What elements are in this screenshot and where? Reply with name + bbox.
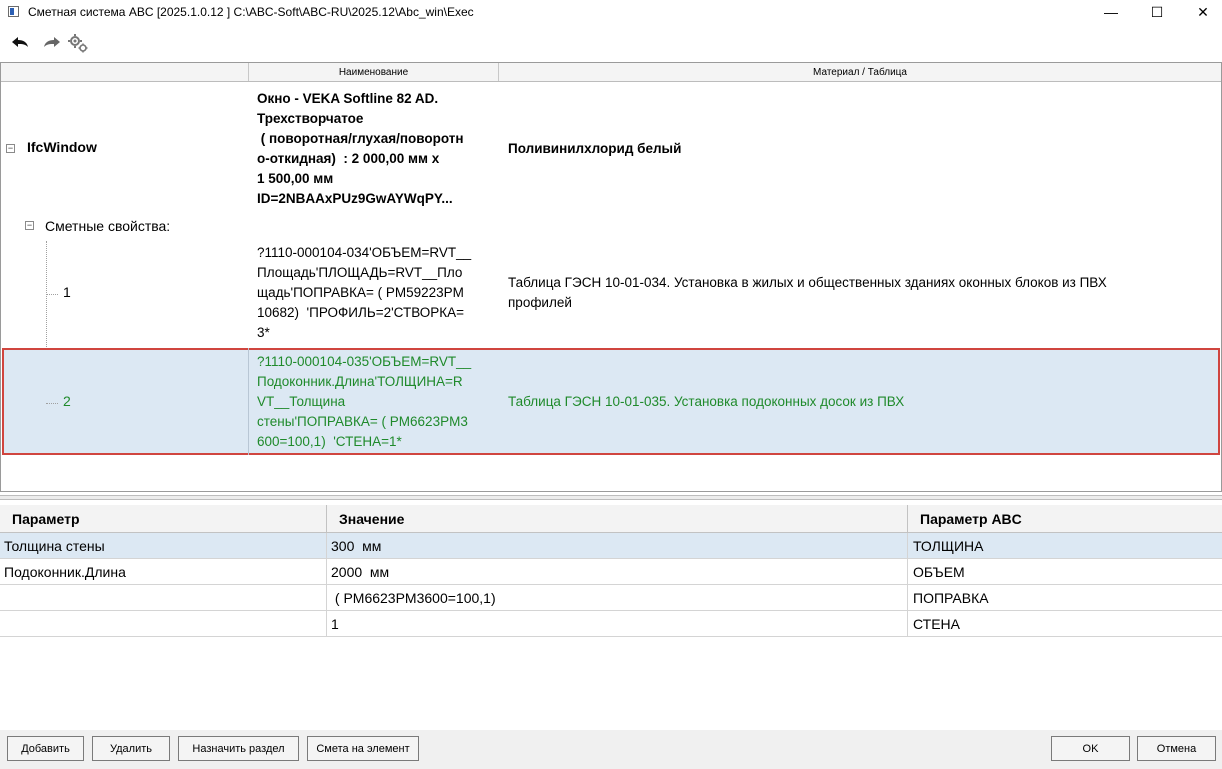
assign-section-button[interactable]: Назначить раздел: [178, 736, 299, 761]
tree-header-node[interactable]: [1, 63, 249, 81]
root-name-line: о-откидная) : 2 000,00 мм x: [257, 151, 440, 166]
root-name-line: Окно - VEKA Softline 82 AD.: [257, 91, 439, 106]
param-cell: Толщина стены: [0, 533, 327, 558]
root-name-line: ID=2NBAAxPUz9GwAYWqPY...: [257, 191, 453, 206]
panel-splitter[interactable]: [0, 495, 1222, 500]
node-label-ifcwindow: IfcWindow: [27, 139, 97, 155]
col-header-value[interactable]: Значение: [327, 505, 908, 532]
value-cell[interactable]: 1: [327, 611, 908, 636]
delete-button[interactable]: Удалить: [92, 736, 170, 761]
item-name-cell: ?1110-000104-034'ОБЪЕМ=RVT__ Площадь'ПЛО…: [257, 243, 503, 343]
col-header-abc[interactable]: Параметр ABC: [908, 505, 1222, 532]
item-name-line: ?1110-000104-034'ОБЪЕМ=RVT__: [257, 245, 472, 260]
item-name-line: 600=100,1) 'СТЕНА=1*: [257, 434, 402, 449]
tree-header-material[interactable]: Материал / Таблица: [499, 63, 1221, 81]
item-name-cell: ?1110-000104-035'ОБЪЕМ=RVT__ Подоконник.…: [257, 352, 503, 452]
item-name-line: 10682) 'ПРОФИЛЬ=2'СТВОРКА=: [257, 305, 465, 320]
param-cell: [0, 585, 327, 610]
abc-cell[interactable]: ОБЪЕМ: [908, 559, 1222, 584]
col-header-param[interactable]: Параметр: [0, 505, 327, 532]
table-row[interactable]: Подоконник.Длина 2000 мм ОБЪЕМ: [0, 559, 1222, 585]
item-name-line: VT__Толщина: [257, 394, 346, 409]
app-icon: [8, 6, 19, 17]
item-name-line: щадь'ПОПРАВКА= ( PM59223PM: [257, 285, 464, 300]
window-title: Сметная система ABC [2025.1.0.12 ] C:\AB…: [28, 5, 474, 19]
redo-icon[interactable]: [40, 31, 64, 55]
tree-header: Наименование Материал / Таблица: [1, 63, 1221, 82]
toolbar: [0, 28, 1222, 60]
collapse-icon[interactable]: −: [6, 144, 15, 153]
tree-row-item[interactable]: 1 ?1110-000104-034'ОБЪЕМ=RVT__ Площадь'П…: [1, 241, 1221, 345]
param-cell: Подоконник.Длина: [0, 559, 327, 584]
root-name-cell: Окно - VEKA Softline 82 AD. Трехстворчат…: [257, 89, 503, 209]
table-row[interactable]: 1 СТЕНА: [0, 611, 1222, 637]
item-name-line: 3*: [257, 325, 270, 340]
param-cell: [0, 611, 327, 636]
tree-row-group[interactable]: − Сметные свойства:: [1, 213, 1221, 239]
item-index: 1: [63, 284, 71, 300]
item-material-line: профилей: [508, 295, 572, 310]
collapse-icon[interactable]: −: [25, 221, 34, 230]
title-bar: Сметная система ABC [2025.1.0.12 ] C:\AB…: [0, 0, 1222, 24]
tree-row-item-selected[interactable]: 2 ?1110-000104-035'ОБЪЕМ=RVT__ Подоконни…: [1, 350, 1221, 454]
root-name-line: 1 500,00 мм: [257, 171, 334, 186]
root-name-line: ( поворотная/глухая/поворотн: [257, 131, 464, 146]
value-cell[interactable]: ( PM6623PM3600=100,1): [327, 585, 908, 610]
abc-cell[interactable]: ТОЛЩИНА: [908, 533, 1222, 558]
undo-icon[interactable]: [8, 31, 32, 55]
item-name-line: Площадь'ПЛОЩАДЬ=RVT__Пло: [257, 265, 463, 280]
value-cell[interactable]: 2000 мм: [327, 559, 908, 584]
value-cell[interactable]: 300 мм: [327, 533, 908, 558]
maximize-button[interactable]: ☐: [1134, 0, 1180, 24]
minimize-button[interactable]: —: [1088, 0, 1134, 24]
abc-cell[interactable]: ПОПРАВКА: [908, 585, 1222, 610]
settings-gears-icon[interactable]: [66, 31, 90, 55]
estimate-for-element-button[interactable]: Смета на элемент: [307, 736, 419, 761]
abc-cell[interactable]: СТЕНА: [908, 611, 1222, 636]
item-material-cell: Таблица ГЭСН 10-01-035. Установка подоко…: [508, 394, 905, 409]
ok-button[interactable]: OK: [1051, 736, 1130, 761]
tree-header-name[interactable]: Наименование: [249, 63, 499, 81]
parameters-header: Параметр Значение Параметр ABC: [0, 505, 1222, 533]
button-bar: Добавить Удалить Назначить раздел Смета …: [0, 730, 1222, 769]
add-button[interactable]: Добавить: [7, 736, 84, 761]
item-name-line: ?1110-000104-035'ОБЪЕМ=RVT__: [257, 354, 472, 369]
table-row[interactable]: Толщина стены 300 мм ТОЛЩИНА: [0, 533, 1222, 559]
cancel-button[interactable]: Отмена: [1137, 736, 1216, 761]
root-material-cell: Поливинилхлорид белый: [508, 141, 682, 156]
item-index: 2: [63, 393, 71, 409]
node-label-estimate-properties: Сметные свойства:: [45, 218, 171, 234]
close-button[interactable]: ✕: [1180, 0, 1222, 24]
root-name-line: Трехстворчатое: [257, 111, 364, 126]
item-name-line: Подоконник.Длина'ТОЛЩИНА=R: [257, 374, 463, 389]
item-material-line: Таблица ГЭСН 10-01-034. Установка в жилы…: [508, 275, 1107, 290]
element-tree-grid: Наименование Материал / Таблица − IfcWin…: [0, 62, 1222, 492]
table-row[interactable]: ( PM6623PM3600=100,1) ПОПРАВКА: [0, 585, 1222, 611]
tree-row-root[interactable]: − IfcWindow Окно - VEKA Softline 82 AD. …: [1, 87, 1221, 211]
item-name-line: стены'ПОПРАВКА= ( PM6623PM3: [257, 414, 468, 429]
item-material-cell: Таблица ГЭСН 10-01-034. Установка в жилы…: [508, 273, 1208, 313]
